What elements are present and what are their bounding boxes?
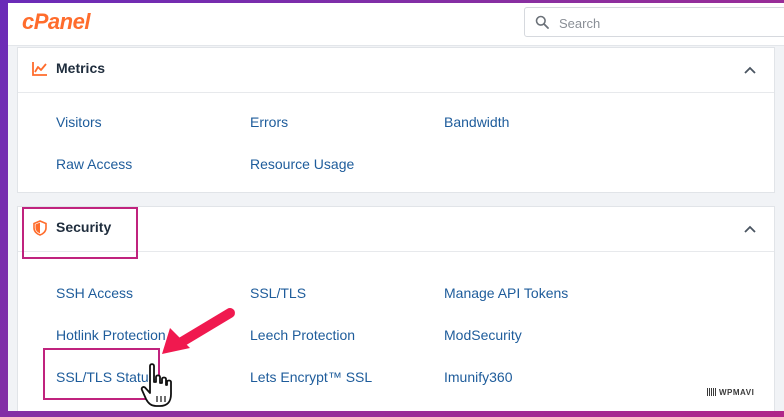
lets-encrypt-ssl-link[interactable]: Lets Encrypt™ SSL [250, 369, 372, 385]
chevron-up-icon[interactable] [740, 60, 760, 80]
pointer-arrow-icon [162, 308, 235, 354]
search-box[interactable] [524, 7, 784, 37]
barcode-icon [707, 388, 716, 396]
chart-line-icon [32, 62, 47, 76]
watermark: WPMAVI [707, 388, 754, 397]
cpanel-logo[interactable]: cPanel [22, 9, 90, 35]
metrics-title: Metrics [56, 60, 106, 76]
manage-api-tokens-link[interactable]: Manage API Tokens [444, 285, 568, 301]
metrics-panel: Metrics Visitors Errors Bandwidth Raw Ac… [17, 47, 775, 193]
chevron-up-icon[interactable] [740, 219, 760, 239]
security-highlight-box [22, 207, 138, 259]
hand-cursor-icon [140, 363, 172, 407]
errors-link[interactable]: Errors [250, 114, 288, 130]
top-bar: cPanel [8, 3, 784, 46]
imunify360-link[interactable]: Imunify360 [444, 369, 512, 385]
bandwidth-link[interactable]: Bandwidth [444, 114, 509, 130]
visitors-link[interactable]: Visitors [56, 114, 102, 130]
metrics-header[interactable]: Metrics [18, 48, 774, 93]
ssl-tls-link[interactable]: SSL/TLS [250, 285, 306, 301]
raw-access-link[interactable]: Raw Access [56, 156, 132, 172]
leech-protection-link[interactable]: Leech Protection [250, 327, 355, 343]
search-icon [535, 15, 549, 29]
hotlink-protection-link[interactable]: Hotlink Protection [56, 327, 166, 343]
ssh-access-link[interactable]: SSH Access [56, 285, 133, 301]
search-input[interactable] [557, 12, 781, 34]
watermark-text: WPMAVI [719, 388, 755, 397]
resource-usage-link[interactable]: Resource Usage [250, 156, 354, 172]
modsecurity-link[interactable]: ModSecurity [444, 327, 522, 343]
